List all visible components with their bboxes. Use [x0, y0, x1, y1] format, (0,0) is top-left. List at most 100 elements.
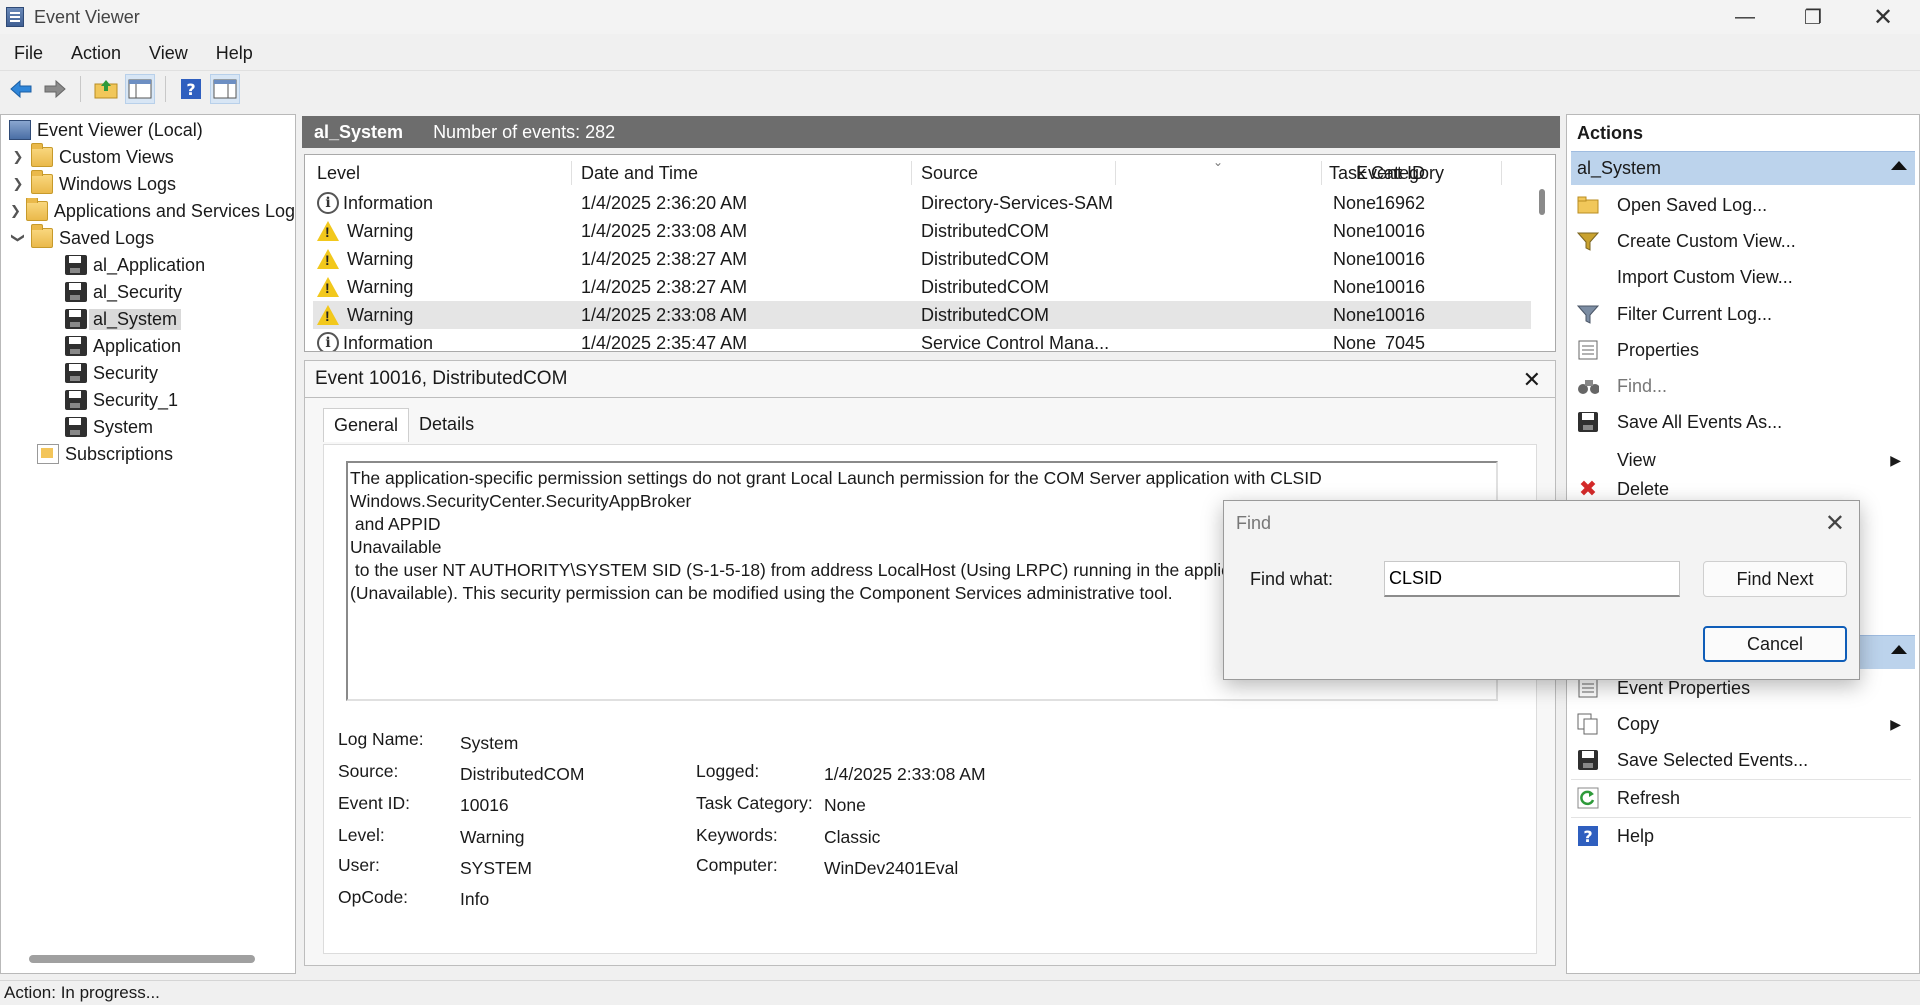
- prop-log-name[interactable]: System: [460, 733, 518, 754]
- action-label: Save All Events As...: [1617, 411, 1783, 432]
- forward-button[interactable]: [40, 74, 70, 104]
- events-vertical-scrollbar[interactable]: [1539, 189, 1545, 215]
- event-viewer-window: Event Viewer — ❐ ✕ File Action View Help…: [0, 0, 1920, 1005]
- collapse-caret-icon[interactable]: [1891, 161, 1907, 170]
- up-folder-button[interactable]: [91, 74, 121, 104]
- tree-item-security[interactable]: Security: [65, 360, 158, 386]
- action-open-saved-log[interactable]: Open Saved Log...: [1567, 188, 1907, 222]
- menu-help[interactable]: Help: [202, 43, 267, 64]
- event-row[interactable]: Warning 1/4/2025 2:33:08 AM DistributedC…: [313, 217, 1531, 245]
- find-close-icon[interactable]: ✕: [1825, 509, 1845, 538]
- tree-item-saved-logs[interactable]: ❯ Saved Logs: [9, 224, 154, 251]
- prop-user[interactable]: SYSTEM: [460, 858, 532, 879]
- show-hide-action-pane-button[interactable]: [210, 73, 240, 104]
- action-properties[interactable]: Properties: [1567, 333, 1907, 367]
- close-window-button[interactable]: ✕: [1848, 0, 1918, 34]
- svg-text:?: ?: [186, 80, 195, 99]
- open-folder-icon: [1577, 194, 1599, 216]
- status-bar: Action: In progress...: [0, 980, 1920, 1005]
- chevron-right-icon[interactable]: ❯: [9, 149, 27, 165]
- window-title: Event Viewer: [34, 6, 140, 27]
- help-button[interactable]: ?: [176, 74, 206, 104]
- status-text: Action: In progress...: [4, 983, 160, 1002]
- prop-logged[interactable]: 1/4/2025 2:33:08 AM: [824, 764, 986, 785]
- tree-item-al-system[interactable]: al_System: [65, 306, 182, 332]
- prop-event-id[interactable]: 10016: [460, 795, 509, 816]
- event-row[interactable]: Warning 1/4/2025 2:38:27 AM DistributedC…: [313, 273, 1531, 301]
- row-source: DistributedCOM: [921, 276, 1050, 297]
- actions-section-log[interactable]: al_System: [1571, 151, 1915, 185]
- tree-item-application[interactable]: Application: [65, 333, 181, 359]
- tree-item-al-security[interactable]: al_Security: [65, 279, 182, 305]
- tree-item-root[interactable]: Event Viewer (Local): [9, 117, 203, 143]
- event-row[interactable]: i Information 1/4/2025 2:35:47 AM Service…: [313, 329, 1531, 352]
- prop-label: Event ID:: [338, 793, 410, 813]
- prop-source[interactable]: DistributedCOM: [460, 764, 584, 785]
- menu-file[interactable]: File: [0, 43, 57, 64]
- column-header-level[interactable]: Level: [317, 159, 360, 187]
- action-help[interactable]: ? Help: [1567, 819, 1907, 853]
- prop-label: Task Category:: [696, 793, 813, 813]
- row-source: Service Control Mana...: [921, 332, 1110, 352]
- back-button[interactable]: [6, 74, 36, 104]
- prop-label: Log Name:: [338, 729, 424, 749]
- find-next-button[interactable]: Find Next: [1703, 561, 1847, 597]
- prop-opcode[interactable]: Info: [460, 889, 489, 910]
- tree-item-security-1[interactable]: Security_1: [65, 387, 178, 413]
- tree-item-custom-views[interactable]: ❯ Custom Views: [9, 143, 174, 170]
- event-row[interactable]: i Information 1/4/2025 2:36:20 AM Directo…: [313, 189, 1531, 217]
- event-row-selected[interactable]: Warning 1/4/2025 2:33:08 AM DistributedC…: [313, 301, 1531, 329]
- action-save-selected-events[interactable]: Save Selected Events...: [1567, 743, 1907, 777]
- chevron-down-icon[interactable]: ❯: [10, 229, 26, 247]
- action-label: Event Properties: [1617, 677, 1751, 698]
- filter-icon: [1577, 303, 1599, 325]
- prop-computer[interactable]: WinDev2401Eval: [824, 858, 958, 879]
- restore-button[interactable]: ❐: [1778, 0, 1848, 34]
- collapse-caret-icon[interactable]: [1891, 645, 1907, 654]
- tree-item-app-services-logs[interactable]: ❯ Applications and Services Log: [9, 198, 295, 224]
- action-create-custom-view[interactable]: Create Custom View...: [1567, 224, 1907, 258]
- action-import-custom-view[interactable]: Import Custom View...: [1567, 260, 1907, 294]
- column-header-task-category[interactable]: Task Category: [1329, 159, 1444, 187]
- action-delete[interactable]: ✖ Delete: [1567, 479, 1907, 499]
- blank-icon: [1577, 266, 1599, 288]
- menu-action[interactable]: Action: [57, 43, 135, 64]
- action-find[interactable]: Find...: [1567, 369, 1907, 403]
- warning-icon: [317, 221, 339, 241]
- action-label: Properties: [1617, 339, 1700, 360]
- tree-item-subscriptions[interactable]: Subscriptions: [37, 441, 173, 467]
- tab-details[interactable]: Details: [409, 408, 484, 442]
- saved-log-icon: [65, 255, 87, 275]
- folder-icon: [25, 198, 48, 221]
- tab-general[interactable]: General: [323, 408, 410, 442]
- tree-horizontal-scrollbar[interactable]: [29, 955, 255, 963]
- prop-keywords[interactable]: Classic: [824, 827, 880, 848]
- minimize-button[interactable]: —: [1710, 0, 1780, 34]
- menu-view[interactable]: View: [135, 43, 202, 64]
- chevron-right-icon[interactable]: ❯: [9, 203, 22, 219]
- action-refresh[interactable]: Refresh: [1567, 781, 1907, 815]
- column-header-source[interactable]: Source: [921, 159, 978, 187]
- prop-level[interactable]: Warning: [460, 827, 525, 848]
- chevron-right-icon[interactable]: ❯: [9, 176, 27, 192]
- prop-task-category[interactable]: None: [824, 795, 866, 816]
- action-save-all-events-as[interactable]: Save All Events As...: [1567, 405, 1907, 439]
- filter-star-icon: [1577, 230, 1599, 252]
- column-header-date[interactable]: Date and Time: [581, 159, 698, 187]
- event-row[interactable]: Warning 1/4/2025 2:38:27 AM DistributedC…: [313, 245, 1531, 273]
- information-icon: i: [317, 332, 339, 351]
- tree-item-system[interactable]: System: [65, 414, 153, 440]
- cancel-button[interactable]: Cancel: [1703, 626, 1847, 662]
- folder-icon: [31, 143, 53, 167]
- close-detail-icon[interactable]: ✕: [1523, 367, 1541, 393]
- tree-item-al-application[interactable]: al_Application: [65, 252, 205, 278]
- action-copy[interactable]: Copy ▶: [1567, 707, 1907, 741]
- tree-item-windows-logs[interactable]: ❯ Windows Logs: [9, 170, 176, 197]
- binoculars-icon: [1577, 375, 1599, 397]
- action-filter-current-log[interactable]: Filter Current Log...: [1567, 297, 1907, 331]
- action-view[interactable]: View ▶: [1567, 443, 1907, 477]
- copy-icon: [1577, 713, 1599, 735]
- row-source: DistributedCOM: [921, 248, 1050, 269]
- find-what-input[interactable]: [1384, 561, 1680, 597]
- show-hide-console-tree-button[interactable]: [125, 73, 155, 104]
